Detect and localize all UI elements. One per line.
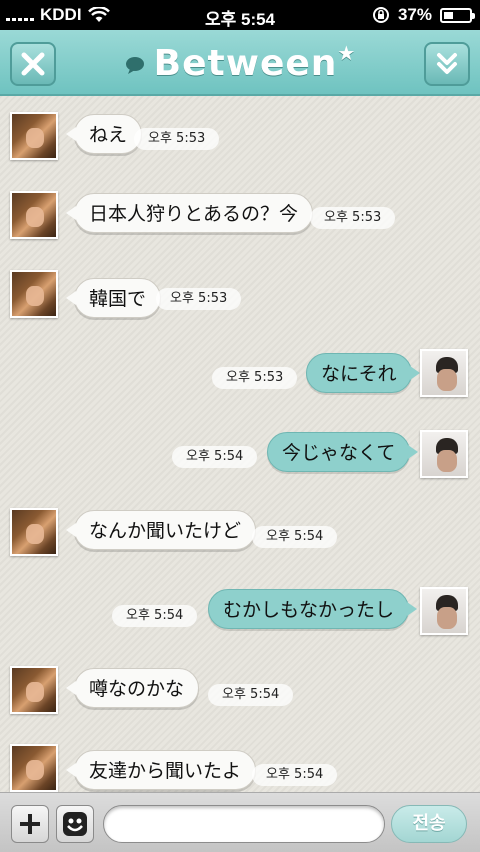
partner-avatar[interactable] bbox=[10, 666, 58, 714]
battery-icon bbox=[440, 7, 475, 23]
message-bubble-incoming[interactable]: ねえ bbox=[65, 114, 143, 154]
message-timestamp: 오후 5:53 bbox=[212, 367, 298, 389]
message-bubble-incoming[interactable]: 噂なのかな bbox=[65, 668, 200, 708]
partner-avatar[interactable] bbox=[10, 508, 58, 556]
message-bubble-outgoing[interactable]: なにそれ bbox=[306, 353, 420, 393]
title-star: ★ bbox=[337, 41, 357, 65]
partner-avatar[interactable] bbox=[10, 744, 58, 792]
battery-percent: 37% bbox=[397, 5, 432, 24]
app-title: Between★ bbox=[0, 41, 480, 84]
message-bubble-outgoing[interactable]: 今じゃなくて bbox=[267, 432, 419, 472]
message-bubble-incoming[interactable]: 韓国で bbox=[65, 278, 162, 318]
message-bubble-incoming[interactable]: 日本人狩りとあるの？今 bbox=[65, 193, 314, 233]
partner-avatar[interactable] bbox=[10, 191, 58, 239]
rotation-lock-icon bbox=[372, 7, 389, 23]
message-timestamp: 오후 5:54 bbox=[252, 764, 338, 786]
send-button[interactable]: 전송 bbox=[391, 805, 467, 843]
collapse-button[interactable] bbox=[424, 42, 470, 86]
chat-area[interactable]: ねえ 오후 5:53 日本人狩りとあるの？今 오후 5:53 韓国で 오후 5:… bbox=[0, 96, 480, 792]
status-bar: KDDI 오후 5:54 37% bbox=[0, 0, 480, 30]
message-input-bar: 전송 bbox=[0, 792, 480, 852]
message-timestamp: 오후 5:54 bbox=[112, 605, 198, 627]
message-bubble-outgoing[interactable]: むかしもなかったし bbox=[208, 589, 418, 629]
double-chevron-down-icon bbox=[437, 53, 457, 74]
app-header: Between★ bbox=[0, 30, 480, 96]
message-timestamp: 오후 5:54 bbox=[252, 526, 338, 548]
message-timestamp: 오후 5:53 bbox=[310, 207, 396, 229]
my-avatar[interactable] bbox=[420, 587, 468, 635]
message-timestamp: 오후 5:53 bbox=[134, 128, 220, 150]
message-timestamp: 오후 5:53 bbox=[156, 288, 242, 310]
battery-fill bbox=[444, 11, 453, 19]
status-right: 37% bbox=[372, 5, 475, 25]
partner-avatar[interactable] bbox=[10, 270, 58, 318]
partner-avatar[interactable] bbox=[10, 112, 58, 160]
my-avatar[interactable] bbox=[420, 430, 468, 478]
my-avatar[interactable] bbox=[420, 349, 468, 397]
message-input[interactable] bbox=[103, 805, 385, 843]
message-bubble-incoming[interactable]: 友達から聞いたよ bbox=[65, 750, 257, 790]
message-timestamp: 오후 5:54 bbox=[172, 446, 258, 468]
add-attachment-button[interactable] bbox=[11, 805, 49, 843]
smiley-icon bbox=[63, 812, 87, 836]
message-timestamp: 오후 5:54 bbox=[208, 684, 294, 706]
plus-icon bbox=[20, 814, 40, 834]
message-bubble-incoming[interactable]: なんか聞いたけど bbox=[65, 510, 257, 550]
app-title-text: Between bbox=[153, 43, 338, 84]
chat-bubble-icon bbox=[125, 57, 144, 74]
emoticon-button[interactable] bbox=[56, 805, 94, 843]
